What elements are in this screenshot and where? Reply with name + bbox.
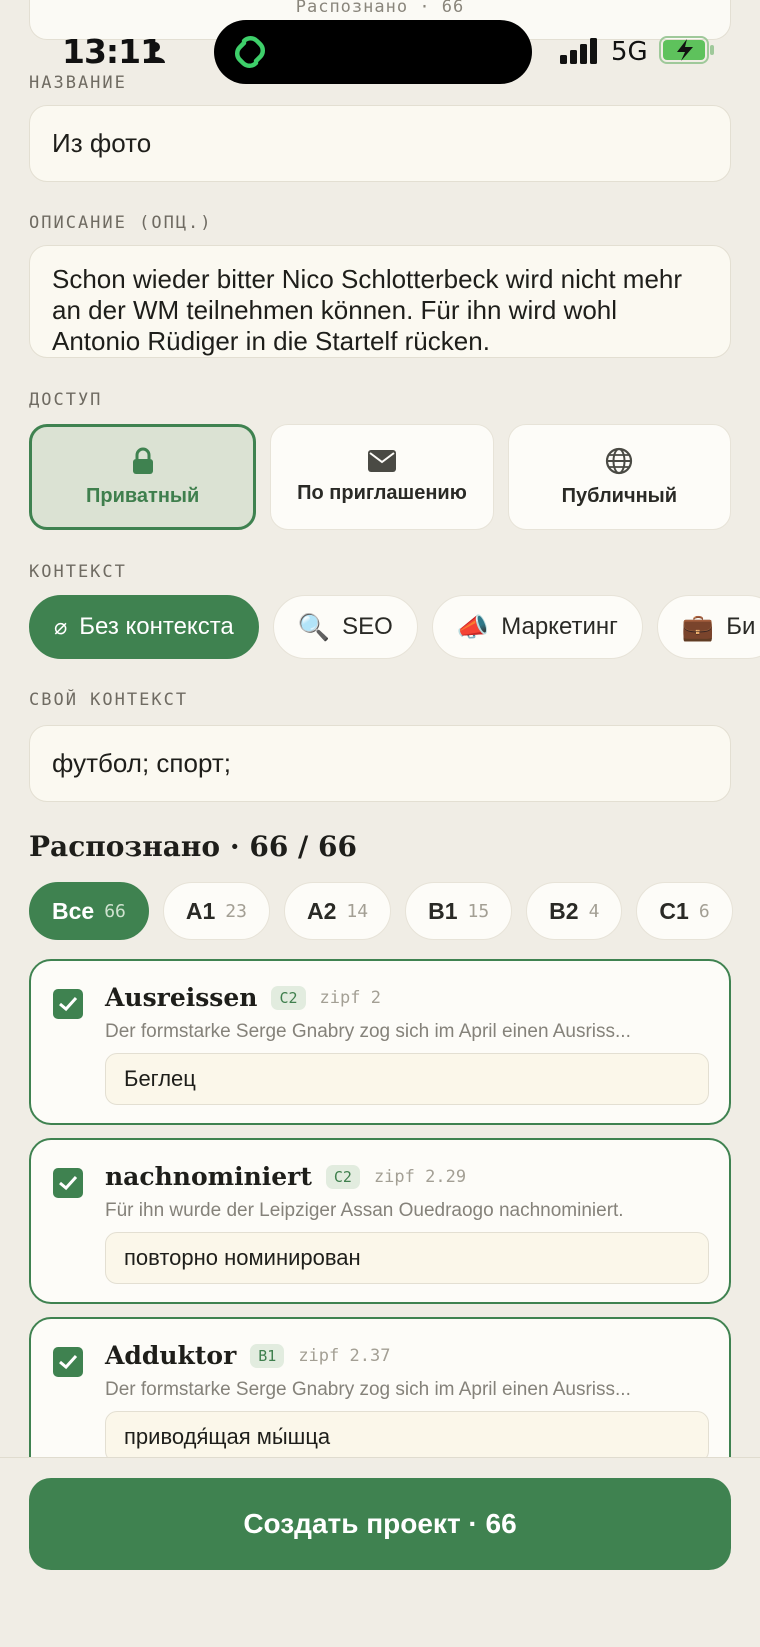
level-count: 6 (698, 900, 710, 922)
access-public-label: Публичный (561, 484, 678, 507)
custom-context-input[interactable]: футбол; спорт; (29, 725, 731, 802)
check-icon (59, 1354, 78, 1370)
level-filter-c1[interactable]: C1 6 (636, 882, 733, 940)
level-name: Все (52, 897, 95, 924)
access-invite-option[interactable]: По приглашению (270, 424, 494, 530)
person-icon (145, 42, 165, 63)
zipf-score: zipf 2.37 (298, 1345, 391, 1366)
no-context-icon: ⌀ (54, 614, 68, 639)
context-chips: ⌀ Без контекста 🔍 SEO 📣 Маркетинг 💼 Би (29, 595, 760, 659)
level-name: A2 (306, 897, 337, 924)
word-header: Ausreissen C2 zipf 2 (105, 983, 381, 1012)
recognized-title: Распознано · 66 / 66 (29, 830, 357, 863)
word-checkbox[interactable] (53, 1347, 83, 1377)
magnifier-icon: 🔍 (297, 611, 331, 642)
lock-icon (132, 447, 153, 474)
level-filter-a1[interactable]: A1 23 (162, 882, 270, 940)
context-chip-marketing[interactable]: 📣 Маркетинг (431, 595, 643, 659)
level-name: B1 (428, 897, 458, 924)
level-badge: B1 (250, 1343, 285, 1368)
level-filter: Все 66 A1 23 A2 14 B1 15 B2 4 C1 6 (29, 882, 733, 940)
level-filter-a2[interactable]: A2 14 (283, 882, 392, 940)
access-invite-label: По приглашению (297, 481, 467, 504)
level-count: 66 (104, 900, 126, 922)
network-label: 5G (611, 37, 648, 67)
access-private-label: Приватный (86, 484, 200, 507)
name-label: НАЗВАНИЕ (29, 73, 127, 93)
level-badge: C2 (325, 1164, 360, 1189)
word-text: nachnominiert (105, 1162, 312, 1191)
word-header: Adduktor B1 zipf 2.37 (105, 1341, 390, 1370)
access-options: Приватный По приглашению Публичный (29, 424, 731, 530)
level-count: 23 (225, 900, 247, 922)
description-input[interactable]: Schon wieder bitter Nico Schlotterbeck w… (29, 245, 731, 358)
link-app-icon (234, 35, 266, 69)
word-checkbox[interactable] (53, 1168, 83, 1198)
level-badge: C2 (271, 985, 306, 1010)
word-example: Der formstarke Serge Gnabry zog sich im … (105, 1021, 631, 1042)
name-input[interactable]: Из фото (29, 105, 731, 182)
level-filter-b2[interactable]: B2 4 (526, 882, 623, 940)
translation-input[interactable]: повторно номинирован (105, 1232, 709, 1284)
level-count: 14 (346, 900, 369, 922)
word-example: Der formstarke Serge Gnabry zog sich im … (105, 1379, 631, 1400)
context-chip-business[interactable]: 💼 Би (656, 595, 760, 659)
level-count: 15 (467, 900, 490, 922)
bottom-action-bar: Создать проект · 66 (0, 1457, 760, 1647)
level-name: C1 (659, 897, 689, 924)
signal-icon (560, 38, 597, 64)
battery-charging-icon (659, 36, 714, 64)
word-header: nachnominiert C2 zipf 2.29 (105, 1162, 466, 1191)
check-icon (59, 1175, 78, 1191)
custom-context-label: СВОЙ КОНТЕКСТ (29, 690, 189, 710)
context-chip-label: SEO (342, 613, 393, 640)
context-label: КОНТЕКСТ (29, 562, 127, 582)
word-card: Ausreissen C2 zipf 2 Der formstarke Serg… (29, 959, 731, 1125)
translation-input[interactable]: Беглец (105, 1053, 709, 1105)
word-text: Adduktor (105, 1341, 237, 1370)
access-label: ДОСТУП (29, 390, 103, 410)
context-chip-label: Би (726, 613, 756, 640)
context-chip-label: Маркетинг (501, 613, 618, 640)
create-project-button[interactable]: Создать проект · 66 (29, 1478, 731, 1570)
description-label: ОПИСАНИЕ (ОПЦ.) (29, 213, 213, 233)
level-name: A1 (185, 897, 216, 924)
level-name: B2 (549, 897, 579, 924)
briefcase-icon: 💼 (681, 611, 715, 642)
level-filter-all[interactable]: Все 66 (29, 882, 149, 940)
access-private-option[interactable]: Приватный (29, 424, 257, 530)
context-chip-seo[interactable]: 🔍 SEO (272, 595, 418, 659)
word-checkbox[interactable] (53, 989, 83, 1019)
zipf-score: zipf 2.29 (373, 1166, 467, 1187)
context-chip-none[interactable]: ⌀ Без контекста (29, 595, 259, 659)
mail-icon (367, 449, 396, 472)
globe-icon (606, 447, 633, 474)
context-chip-label: Без контекста (79, 613, 234, 640)
level-count: 4 (588, 900, 600, 922)
level-filter-b1[interactable]: B1 15 (405, 882, 513, 940)
translation-input[interactable]: приводя́щая мы́шца (105, 1411, 709, 1463)
megaphone-icon: 📣 (456, 611, 490, 642)
check-icon (59, 996, 78, 1012)
access-public-option[interactable]: Публичный (507, 424, 731, 530)
word-example: Für ihn wurde der Leipziger Assan Ouedra… (105, 1200, 624, 1221)
word-text: Ausreissen (105, 983, 258, 1012)
zipf-score: zipf 2 (319, 987, 381, 1008)
word-card: nachnominiert C2 zipf 2.29 Für ihn wurde… (29, 1138, 731, 1304)
